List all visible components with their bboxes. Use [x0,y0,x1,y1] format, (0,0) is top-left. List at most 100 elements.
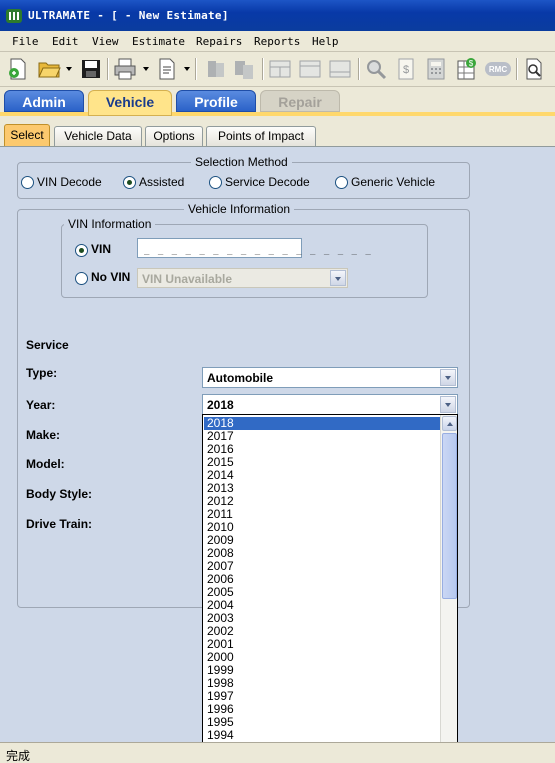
year-option[interactable]: 2010 [204,521,440,534]
menu-estimate[interactable]: Estimate [132,35,185,48]
vehicle-information-legend: Vehicle Information [184,202,295,216]
vin-unavailable-select[interactable]: VIN Unavailable [137,268,348,288]
year-option[interactable]: 2018 [204,417,440,430]
menu-view[interactable]: View [92,35,119,48]
menu-bar: File Edit View Estimate Repairs Reports … [0,31,555,52]
subtab-vehicle-data[interactable]: Vehicle Data [54,126,142,146]
sub-tabs: Select Vehicle Data Options Points of Im… [0,120,555,146]
year-option[interactable]: 2012 [204,495,440,508]
print-dropdown-icon[interactable] [143,67,149,71]
year-label: Year: [26,398,56,412]
toolbar: $ $ RMC [0,53,555,87]
vin-input[interactable]: _ _ _ _ _ _ _ _ _ _ _ _ _ _ _ _ _ [137,238,371,258]
generic-vehicle-label[interactable]: Generic Vehicle [351,175,435,189]
open-dropdown-icon[interactable] [66,67,72,71]
year-option[interactable]: 2016 [204,443,440,456]
chevron-down-icon[interactable] [330,270,346,286]
tab-admin[interactable]: Admin [4,90,84,112]
panel-view-icon[interactable] [328,57,352,81]
radio-vin-decode[interactable] [21,176,34,189]
menu-help[interactable]: Help [312,35,339,48]
year-option[interactable]: 2001 [204,638,440,651]
menu-edit[interactable]: Edit [52,35,79,48]
print-icon[interactable] [113,57,137,81]
year-option[interactable]: 2008 [204,547,440,560]
preview-icon[interactable] [522,57,546,81]
year-option[interactable]: 1996 [204,703,440,716]
menu-reports[interactable]: Reports [254,35,300,48]
year-option[interactable]: 2013 [204,482,440,495]
year-option[interactable]: 2004 [204,599,440,612]
vin-decode-label[interactable]: VIN Decode [37,175,102,189]
year-option[interactable]: 2017 [204,430,440,443]
year-option[interactable]: 2002 [204,625,440,638]
vin-information-legend: VIN Information [64,217,156,231]
year-select[interactable]: 2018 [202,394,458,415]
copy-parts-icon[interactable] [232,57,256,81]
new-estimate-icon[interactable] [6,57,30,81]
year-option[interactable]: 1998 [204,677,440,690]
year-option[interactable]: 2003 [204,612,440,625]
year-option[interactable]: 2005 [204,586,440,599]
app-logo-icon [6,9,22,23]
year-option[interactable]: 1995 [204,716,440,729]
status-bar: 完成 [0,742,555,763]
radio-generic-vehicle[interactable] [335,176,348,189]
subtab-points-of-impact[interactable]: Points of Impact [206,126,316,146]
year-option[interactable]: 2007 [204,560,440,573]
radio-vin[interactable] [75,244,88,257]
type-select[interactable]: Automobile [202,367,458,388]
split-view-icon[interactable] [298,57,322,81]
svg-text:$: $ [403,64,409,76]
totals-icon[interactable]: $ [454,57,478,81]
make-label: Make: [26,428,61,442]
year-option[interactable]: 2011 [204,508,440,521]
year-option[interactable]: 1999 [204,664,440,677]
year-option[interactable]: 1994 [204,729,440,742]
menu-repairs[interactable]: Repairs [196,35,242,48]
search-icon[interactable] [364,57,388,81]
layout-icon[interactable] [268,57,292,81]
subtab-select[interactable]: Select [4,124,50,146]
scroll-thumb[interactable] [442,433,457,599]
open-folder-icon[interactable] [37,57,61,81]
report-dropdown-icon[interactable] [184,67,190,71]
vin-label[interactable]: VIN [91,242,111,256]
tab-repair[interactable]: Repair [260,90,340,112]
menu-file[interactable]: File [12,35,39,48]
title-bar: ULTRAMATE - [ - New Estimate] [0,0,555,31]
year-option[interactable]: 2000 [204,651,440,664]
model-label: Model: [26,457,65,471]
tab-vehicle[interactable]: Vehicle [88,90,172,116]
report-icon[interactable] [155,57,179,81]
chevron-down-icon[interactable] [440,396,456,413]
year-list-scrollbar[interactable] [440,415,457,762]
tab-profile[interactable]: Profile [176,90,256,112]
body-style-label: Body Style: [26,487,93,501]
status-text: 完成 [6,749,31,763]
chevron-down-icon[interactable] [440,369,456,386]
parts-icon[interactable] [204,57,228,81]
selection-method-legend: Selection Method [191,155,292,169]
svg-text:$: $ [469,59,474,68]
radio-service-decode[interactable] [209,176,222,189]
main-tabs: Admin Vehicle Profile Repair [0,88,555,116]
year-option[interactable]: 2009 [204,534,440,547]
pricing-icon[interactable]: $ [394,57,418,81]
year-option[interactable]: 1997 [204,690,440,703]
calculator-icon[interactable] [424,57,448,81]
year-option[interactable]: 2006 [204,573,440,586]
save-icon[interactable] [79,57,103,81]
no-vin-label[interactable]: No VIN [91,270,130,284]
radio-assisted[interactable] [123,176,136,189]
radio-no-vin[interactable] [75,272,88,285]
scroll-up-icon[interactable] [442,416,457,431]
assisted-label[interactable]: Assisted [139,175,184,189]
year-option[interactable]: 2014 [204,469,440,482]
rmc-icon[interactable]: RMC [484,57,512,81]
year-option[interactable]: 2015 [204,456,440,469]
vin-unavailable-value: VIN Unavailable [142,272,233,286]
year-dropdown-list[interactable]: 2018 2017 2016 2015 2014 2013 2012 2011 2010 2009… [202,414,458,763]
service-decode-label[interactable]: Service Decode [225,175,310,189]
subtab-options[interactable]: Options [145,126,203,146]
